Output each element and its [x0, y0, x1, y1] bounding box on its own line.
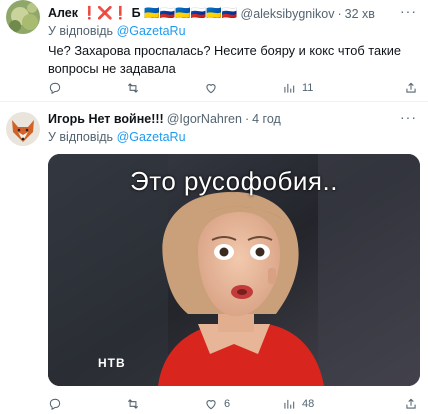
share-icon — [406, 82, 416, 93]
share-button[interactable] — [404, 394, 418, 414]
tweet-header: Алек ❗❌❗ Б 🇺🇦🇷🇺🇺🇦🇷🇺🇺🇦🇷🇺 @aleksibygnikov … — [48, 6, 388, 21]
reply-button[interactable] — [48, 394, 126, 414]
more-icon[interactable]: ··· — [400, 4, 418, 20]
author-handle[interactable]: @IgorNahren — [167, 112, 242, 126]
action-bar: 6 48 — [48, 394, 418, 414]
retweet-button[interactable] — [126, 78, 204, 98]
views-icon — [284, 83, 295, 93]
separator-dot: · — [244, 112, 250, 126]
views-count: 11 — [302, 82, 314, 94]
like-icon — [206, 400, 216, 410]
reply-to-mention[interactable]: @GazetaRu — [117, 130, 186, 144]
separator-dot: · — [337, 6, 342, 21]
author-handle[interactable]: @aleksibygnikov — [241, 7, 335, 21]
avatar[interactable] — [6, 0, 40, 34]
reply-icon — [49, 82, 61, 95]
views-icon — [284, 399, 295, 409]
author-name[interactable]: Игорь Нет войне!!! — [48, 112, 164, 126]
reply-prefix: У відповідь — [48, 130, 114, 144]
tweet[interactable]: Игорь Нет войне!!! @IgorNahren · 4 год ·… — [0, 102, 428, 414]
timestamp[interactable]: 32 хв — [345, 7, 375, 21]
reply-context: У відповідь @GazetaRu — [48, 24, 186, 38]
like-button[interactable]: 6 — [204, 394, 282, 414]
author-name[interactable]: Алек ❗❌❗ Б 🇺🇦🇷🇺🇺🇦🇷🇺🇺🇦🇷🇺 — [48, 6, 238, 21]
reply-to-mention[interactable]: @GazetaRu — [117, 24, 186, 38]
action-bar: 11 — [48, 78, 418, 98]
retweet-icon — [127, 399, 139, 409]
media-gif[interactable]: Это русофобия.. НТВ — [48, 154, 420, 386]
channel-logo: НТВ — [98, 356, 126, 370]
views-button[interactable]: 11 — [282, 78, 360, 98]
retweet-icon — [127, 83, 139, 93]
timestamp[interactable]: 4 год — [252, 112, 281, 126]
reply-context: У відповідь @GazetaRu — [48, 130, 186, 144]
reply-button[interactable] — [48, 78, 126, 98]
tweet-text: Че? Захарова проспалась? Несите бояру и … — [48, 43, 401, 76]
media-caption: Это русофобия.. — [130, 166, 338, 196]
like-icon — [206, 84, 216, 94]
tweet[interactable]: Алек ❗❌❗ Б 🇺🇦🇷🇺🇺🇦🇷🇺🇺🇦🇷🇺 @aleksibygnikov … — [0, 0, 428, 102]
retweet-button[interactable] — [126, 394, 204, 414]
reply-icon — [49, 398, 61, 411]
like-count: 6 — [224, 398, 231, 410]
more-icon[interactable]: ··· — [400, 110, 418, 126]
views-count: 48 — [302, 398, 315, 410]
views-button[interactable]: 48 — [282, 394, 360, 414]
like-button[interactable] — [204, 78, 282, 98]
share-button[interactable] — [404, 78, 418, 98]
tweet-header: Игорь Нет войне!!! @IgorNahren · 4 год — [48, 112, 388, 126]
reply-prefix: У відповідь — [48, 24, 114, 38]
avatar[interactable] — [6, 112, 40, 146]
share-icon — [406, 398, 416, 409]
